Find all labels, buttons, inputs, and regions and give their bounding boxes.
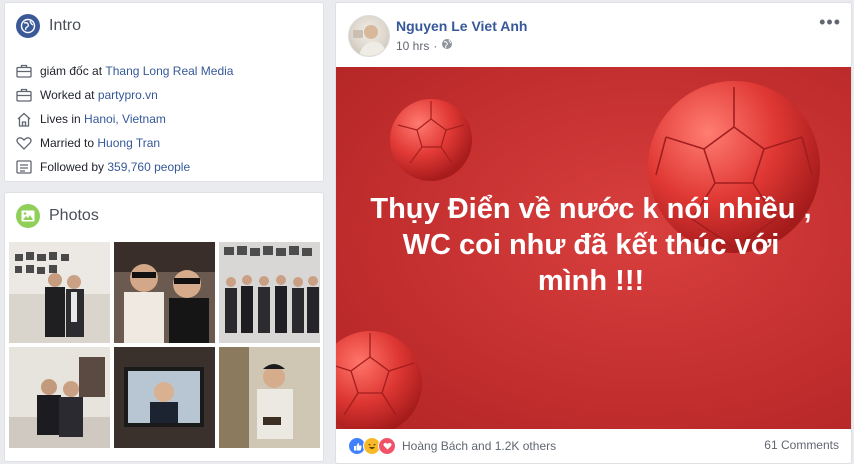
photo-thumbnail[interactable] xyxy=(114,242,215,343)
reactions-summary[interactable]: Hoàng Bách and 1.2K others xyxy=(402,439,556,453)
avatar[interactable] xyxy=(348,15,390,57)
intro-header: Intro xyxy=(16,14,81,38)
photo-thumbnail[interactable] xyxy=(114,347,215,448)
intro-link-company[interactable]: Thang Long Real Media xyxy=(105,64,233,78)
intro-item-married: Married to Huong Tran xyxy=(16,131,315,155)
post-status-text: Thụy Điển về nước k nói nhiều , WC coi n… xyxy=(370,193,812,297)
intro-title: Intro xyxy=(49,17,82,34)
globe-icon xyxy=(16,14,40,38)
comments-count[interactable]: 61 Comments xyxy=(764,438,839,452)
photo-thumbnail[interactable] xyxy=(9,242,110,343)
photos-card: Photos xyxy=(4,192,324,462)
more-options-icon[interactable]: ••• xyxy=(819,13,841,31)
post-author[interactable]: Nguyen Le Viet Anh xyxy=(396,18,527,34)
briefcase-icon xyxy=(16,87,32,103)
post-timestamp: 10 hrs · xyxy=(396,38,453,53)
intro-link-location[interactable]: Hanoi, Vietnam xyxy=(84,112,166,126)
photo-thumbnail[interactable] xyxy=(219,347,320,448)
intro-link-spouse[interactable]: Huong Tran xyxy=(97,136,160,150)
intro-link-partypro[interactable]: partypro.vn xyxy=(98,88,158,102)
intro-card: Intro giám đốc at Thang Long Real Media … xyxy=(4,2,324,182)
post-card: Nguyen Le Viet Anh 10 hrs · ••• Thụy Điể… xyxy=(335,2,852,464)
soccer-ball-graphic xyxy=(336,331,422,429)
heart-icon xyxy=(16,135,32,151)
intro-link-followers[interactable]: 359,760 xyxy=(107,160,150,174)
intro-list: giám đốc at Thang Long Real Media Worked… xyxy=(16,59,315,179)
photo-icon xyxy=(16,204,40,228)
intro-item-work: giám đốc at Thang Long Real Media xyxy=(16,59,315,83)
photos-header: Photos xyxy=(16,204,99,228)
post-text-background: Thụy Điển về nước k nói nhiều , WC coi n… xyxy=(336,67,851,429)
love-icon xyxy=(378,437,396,455)
photo-thumbnail[interactable] xyxy=(219,242,320,343)
home-icon xyxy=(16,111,32,127)
photo-thumbnail[interactable] xyxy=(9,347,110,448)
briefcase-icon xyxy=(16,63,32,79)
followers-icon xyxy=(16,159,32,175)
intro-item-followers: Followed by 359,760 people xyxy=(16,155,315,179)
globe-icon[interactable] xyxy=(441,38,453,53)
reactions-bar[interactable]: Hoàng Bách and 1.2K others xyxy=(348,437,556,455)
photos-title[interactable]: Photos xyxy=(49,207,99,225)
intro-item-worked: Worked at partypro.vn xyxy=(16,83,315,107)
intro-item-lives: Lives in Hanoi, Vietnam xyxy=(16,107,315,131)
soccer-ball-graphic xyxy=(390,99,472,181)
